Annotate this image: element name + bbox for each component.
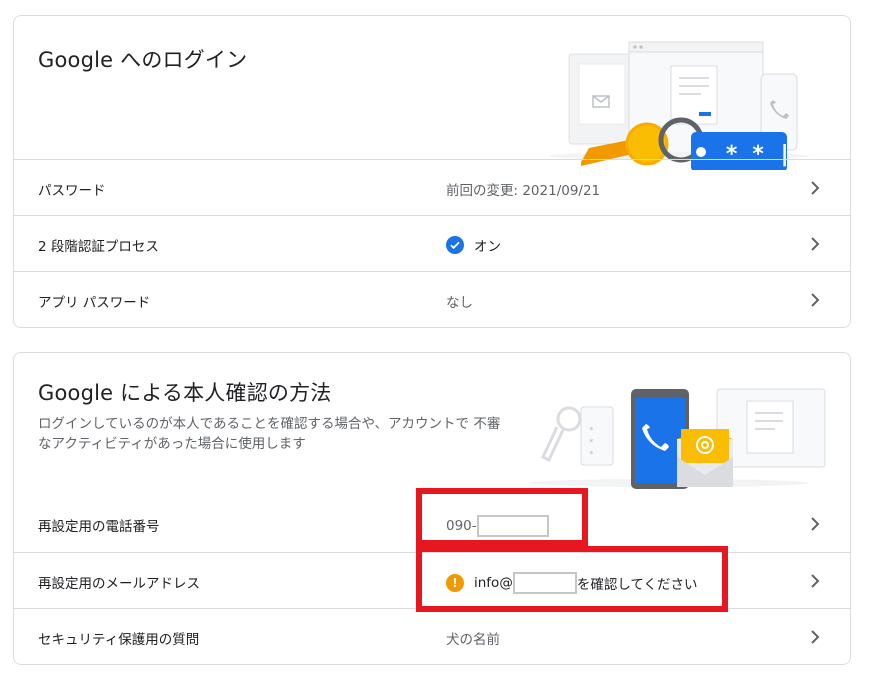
recovery-phone-prefix: 090- xyxy=(446,518,477,534)
redacted-email-box xyxy=(512,572,577,594)
chevron-right-icon xyxy=(811,293,820,307)
recovery-phone-value: 090- xyxy=(446,515,549,537)
password-last-changed: 前回の変更: 2021/09/21 xyxy=(446,183,601,199)
app-passwords-row[interactable]: アプリ パスワード なし xyxy=(14,271,850,327)
security-question-value: 犬の名前 xyxy=(446,632,500,648)
two-step-verification-status: オン xyxy=(446,235,501,255)
security-question-row[interactable]: セキュリティ保護用の質問 犬の名前 xyxy=(14,608,850,664)
svg-text:*: * xyxy=(589,426,594,436)
password-row[interactable]: パスワード 前回の変更: 2021/09/21 xyxy=(14,159,850,215)
warning-circle-icon: ! xyxy=(446,574,464,592)
chevron-right-icon xyxy=(811,181,820,195)
verification-card-description: ログインしているのが本人であることを確認する場合や、アカウントで 不審なアクティ… xyxy=(38,416,501,452)
chevron-right-icon xyxy=(811,630,820,644)
security-question-label: セキュリティ保護用の質問 xyxy=(38,632,200,648)
recovery-phone-row[interactable]: 再設定用の電話番号 090- xyxy=(14,496,850,552)
redacted-phone-box xyxy=(476,515,549,537)
two-step-verification-row[interactable]: 2 段階認証プロセス オン xyxy=(14,215,850,271)
two-step-verification-label: 2 段階認証プロセス xyxy=(38,239,159,255)
two-step-verification-value: オン xyxy=(474,239,501,255)
recovery-email-value: ! info@ を確認してください xyxy=(446,572,698,594)
recovery-email-prefix: info@ xyxy=(474,575,513,591)
recovery-email-label: 再設定用のメールアドレス xyxy=(38,576,200,592)
check-circle-icon xyxy=(446,236,464,254)
svg-text:*: * xyxy=(589,438,594,448)
signin-illustration: * * | xyxy=(549,41,809,170)
password-label: パスワード xyxy=(38,183,106,199)
signin-card-title: Google へのログイン xyxy=(38,48,248,72)
recovery-email-row[interactable]: 再設定用のメールアドレス ! info@ を確認してください xyxy=(14,552,850,608)
identity-verification-card: Google による本人確認の方法 ログインしているのが本人であることを確認する… xyxy=(13,352,851,665)
app-passwords-value: なし xyxy=(446,295,473,311)
recovery-phone-label: 再設定用の電話番号 xyxy=(38,519,160,535)
verification-illustration: * * * xyxy=(529,388,826,489)
recovery-email-suffix: を確認してください xyxy=(576,577,698,593)
verification-card-title: Google による本人確認の方法 xyxy=(38,381,332,405)
signin-card: Google へのログイン * * | パスワード 前回の変更: 2021/09… xyxy=(13,15,851,328)
chevron-right-icon xyxy=(811,237,820,251)
svg-text:*: * xyxy=(589,450,594,460)
chevron-right-icon xyxy=(811,517,820,531)
app-passwords-label: アプリ パスワード xyxy=(38,295,151,311)
chevron-right-icon xyxy=(811,574,820,588)
